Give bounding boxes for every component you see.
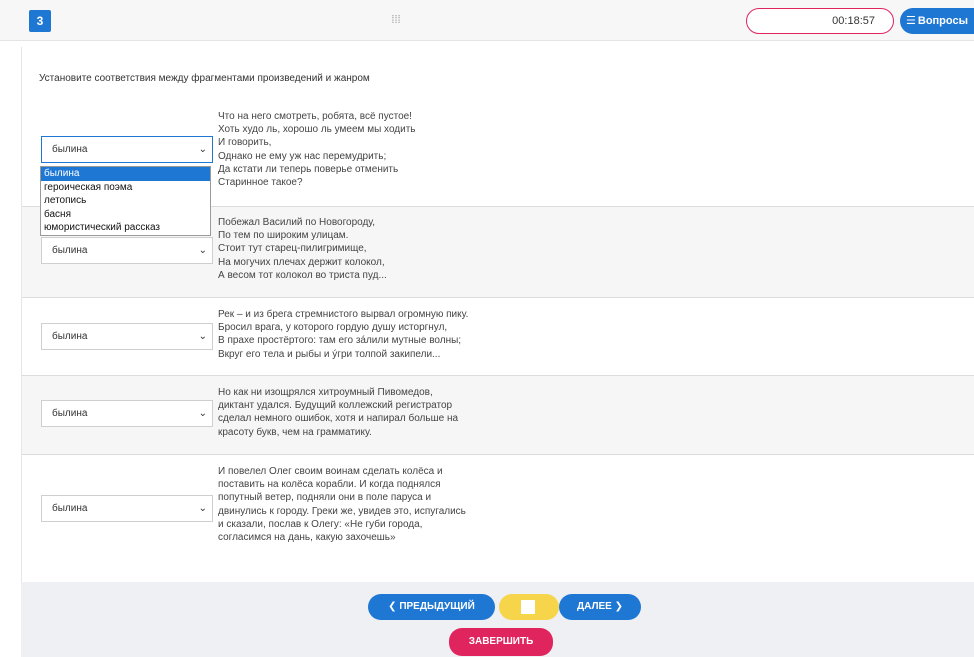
genre-select[interactable]: былина ⌄ xyxy=(41,323,213,350)
dropdown-option[interactable]: басня xyxy=(41,208,210,222)
genre-dropdown-list: былина героическая поэма летопись басня … xyxy=(40,166,211,236)
genre-select-value: былина xyxy=(52,408,88,419)
dropdown-option[interactable]: летопись xyxy=(41,194,210,208)
question-card: Установите соответствия между фрагментам… xyxy=(21,47,974,657)
fragment-text: Но как ни изощрялся хитроумный Пивомедов… xyxy=(218,387,459,438)
match-row: былина ⌄ Но как ни изощрялся хитроумный … xyxy=(22,376,974,455)
finish-button[interactable]: ЗАВЕРШИТЬ xyxy=(449,628,553,656)
grid-dots-icon[interactable]: ⁞⁞⁞ xyxy=(388,13,404,27)
match-row: былина ⌄ Рек – и из брега стремнистого в… xyxy=(22,298,974,376)
top-bar: 3 ⁞⁞⁞ 00:18:57 ☰ Вопросы xyxy=(0,0,974,41)
next-button[interactable]: ДАЛЕЕ ❯ xyxy=(559,594,641,620)
chevron-down-icon: ⌄ xyxy=(198,245,207,256)
chevron-down-icon: ⌄ xyxy=(198,144,207,155)
navigation-footer: ❮ ПРЕДЫДУЩИЙ ДАЛЕЕ ❯ ЗАВЕРШИТЬ xyxy=(21,582,974,657)
match-row: былина ⌄ И повелел Олег своим воинам сде… xyxy=(22,455,974,581)
fragment-text: Рек – и из брега стремнистого вырвал огр… xyxy=(218,309,469,360)
dropdown-option[interactable]: юмористический рассказ xyxy=(41,221,210,235)
genre-select[interactable]: былина ⌄ xyxy=(41,495,213,522)
genre-select-value: былина xyxy=(52,331,88,342)
genre-select-value: былина xyxy=(52,144,88,155)
genre-select[interactable]: былина ⌄ xyxy=(41,400,213,427)
fragment-text: Что на него смотреть, робята, всё пустое… xyxy=(218,111,416,189)
mark-question-button[interactable] xyxy=(499,594,559,620)
square-icon xyxy=(521,600,535,614)
chevron-down-icon: ⌄ xyxy=(198,503,207,514)
genre-select-value: былина xyxy=(52,245,88,256)
questions-button[interactable]: ☰ Вопросы xyxy=(900,8,974,34)
genre-select[interactable]: былина ⌄ xyxy=(41,136,213,163)
chevron-down-icon: ⌄ xyxy=(198,408,207,419)
question-instruction: Установите соответствия между фрагментам… xyxy=(39,73,370,84)
dropdown-option[interactable]: героическая поэма xyxy=(41,181,210,195)
stack-icon: ☰ xyxy=(906,15,916,27)
fragment-text: Побежал Василий по Новогороду, По тем по… xyxy=(218,217,387,281)
previous-button[interactable]: ❮ ПРЕДЫДУЩИЙ xyxy=(368,594,495,620)
genre-select[interactable]: былина ⌄ xyxy=(41,237,213,264)
chevron-down-icon: ⌄ xyxy=(198,331,207,342)
question-number-badge[interactable]: 3 xyxy=(29,10,51,32)
genre-select-value: былина xyxy=(52,503,88,514)
timer: 00:18:57 xyxy=(746,8,894,34)
dropdown-option[interactable]: былина xyxy=(41,167,210,181)
fragment-text: И повелел Олег своим воинам сделать колё… xyxy=(218,466,466,544)
questions-button-label: Вопросы xyxy=(917,15,968,27)
